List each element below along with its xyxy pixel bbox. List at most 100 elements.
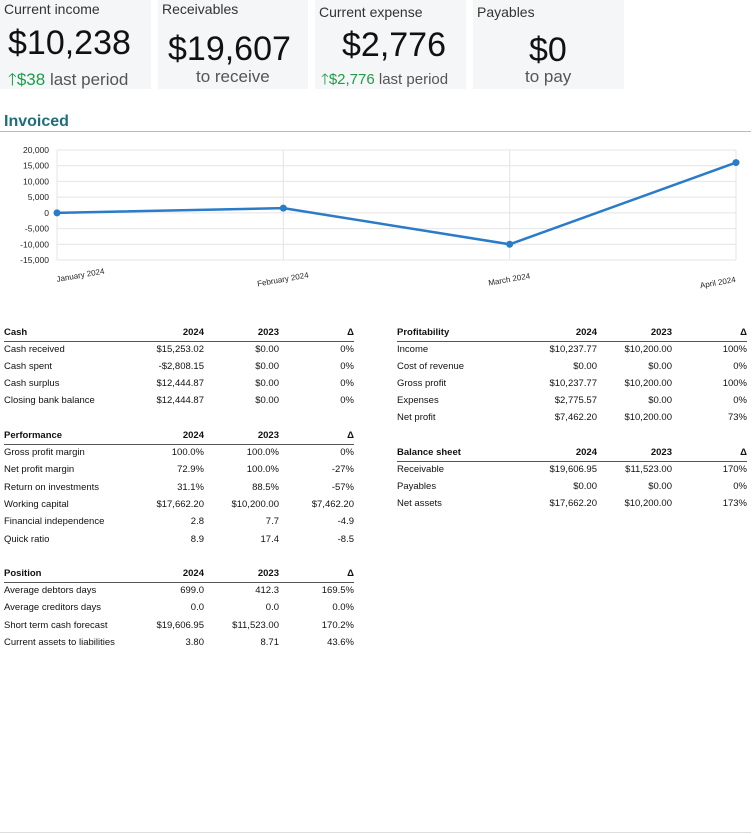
header-underline (4, 582, 354, 583)
row-label: Current assets to liabilities (4, 636, 115, 648)
column-header: Δ (347, 568, 354, 579)
table-cell: 0% (733, 481, 747, 492)
section-divider (0, 131, 751, 132)
kpi-current-expense: Current expense $2,776 🡑$2,776 last peri… (315, 0, 466, 89)
table-row: Quick ratio 8.9 17.4 -8.5 (4, 534, 354, 548)
table-cell: -57% (331, 481, 354, 493)
table-cell: $7,462.20 (311, 498, 354, 510)
column-header: Balance sheet (397, 447, 461, 458)
table-cell: $19,606.95 (156, 619, 204, 631)
row-label: Cost of revenue (397, 361, 465, 372)
table-cell: $0.00 (573, 361, 597, 372)
table-cell: 0% (340, 361, 354, 372)
row-label: Expenses (397, 395, 439, 406)
kpi-receivables: Receivables $19,607 to receive (158, 0, 308, 89)
table-row: Net assets $17,662.20 $10,200.00 173% (397, 498, 747, 512)
table-cell: $15,253.02 (156, 344, 204, 355)
kpi-delta-suffix: last period (49, 70, 129, 89)
table-cell: $10,200.00 (624, 378, 672, 389)
table-cell: 0.0 (265, 602, 279, 614)
bottom-divider (0, 832, 751, 833)
kpi-title: Payables (477, 4, 535, 20)
table-cell: $10,200.00 (624, 412, 672, 423)
row-label: Closing bank balance (4, 395, 95, 406)
table-cell: $0.00 (255, 395, 279, 406)
table-cell: 412.3 (255, 585, 279, 596)
table-cell: $10,237.77 (549, 344, 597, 355)
table-cell: $0.00 (255, 361, 279, 372)
data-point (506, 240, 514, 248)
row-label: Cash spent (4, 361, 53, 372)
invoiced-line-chart: 20,000 15,000 10,000 5,000 0 -5,000 -10,000 -15… (20, 145, 740, 290)
y-tick-label: 15,000 (23, 161, 49, 171)
table-cell: 8.9 (190, 533, 204, 545)
table-cell: 72.9% (177, 464, 204, 476)
y-tick-label: 0 (44, 208, 49, 218)
table-cell: 170.2% (321, 619, 354, 631)
table-header-row: Cash 2024 2023 Δ (4, 327, 354, 341)
row-label: Income (397, 344, 429, 355)
table-cell: $2,775.57 (554, 395, 597, 406)
column-header: 2024 (575, 447, 597, 458)
table-cell: $0.00 (648, 481, 672, 492)
table-row: Net profit margin 72.9% 100.0% -27% (4, 464, 354, 478)
table-cell: 3.80 (185, 636, 205, 648)
header-underline (397, 341, 747, 342)
table-cell: $19,606.95 (549, 464, 597, 475)
kpi-current-income: Current income $10,238 🡑$38 last period (0, 0, 151, 89)
table-header-row: Performance 2024 2023 Δ (4, 430, 354, 444)
table-cell: -4.9 (337, 516, 354, 528)
table-cell: 88.5% (252, 481, 279, 493)
header-underline (4, 341, 354, 342)
column-header: 2023 (257, 430, 279, 441)
table-cell: 169.5% (321, 585, 354, 596)
header-underline (4, 444, 354, 445)
table-header-row: Position 2024 2023 Δ (4, 568, 354, 582)
column-header: 2024 (182, 568, 204, 579)
table-cell: 170% (722, 464, 747, 475)
column-header: Profitability (397, 327, 450, 338)
kpi-delta: 🡑$2,776 last period (321, 69, 448, 94)
table-row: Expenses $2,775.57 $0.00 0% (397, 395, 747, 409)
data-point (279, 204, 287, 212)
table-row: Payables $0.00 $0.00 0% (397, 481, 747, 495)
row-label: Average debtors days (4, 585, 97, 596)
table-cell: 17.4 (260, 533, 280, 545)
column-header: Cash (4, 327, 28, 338)
kpi-value: $10,238 (8, 24, 131, 62)
row-label: Average creditors days (4, 602, 101, 614)
column-header: 2024 (182, 430, 204, 441)
table-cell: 8.71 (260, 636, 280, 648)
table-cell: $0.00 (648, 395, 672, 406)
row-label: Receivable (397, 464, 444, 475)
table-row: Return on investments 31.1% 88.5% -57% (4, 482, 354, 496)
row-label: Net profit margin (4, 464, 75, 476)
table-header-row: Balance sheet 2024 2023 Δ (397, 447, 747, 461)
column-header: Position (4, 568, 42, 579)
column-header: 2023 (650, 327, 672, 338)
row-label: Gross profit (397, 378, 447, 389)
column-header: Performance (4, 430, 63, 441)
y-tick-label: 10,000 (23, 176, 49, 186)
table-cell: $0.00 (255, 344, 279, 355)
table-cell: 0% (733, 395, 747, 406)
column-header: Δ (740, 447, 747, 458)
table-cell: $7,462.20 (554, 412, 597, 423)
column-header: Δ (740, 327, 747, 338)
x-tick-label: March 2024 (488, 271, 532, 287)
y-tick-label: -5,000 (25, 224, 49, 234)
table-row: Receivable $19,606.95 $11,523.00 170% (397, 464, 747, 478)
kpi-delta-value: $2,776 (328, 71, 375, 88)
table-cell: $10,200.00 (624, 344, 672, 355)
table-row: Average debtors days 699.0 412.3 169.5% (4, 585, 354, 599)
header-underline (397, 461, 747, 462)
data-point (53, 209, 61, 217)
table-cell: $17,662.20 (156, 498, 204, 510)
table-cell: $12,444.87 (156, 395, 204, 406)
table-cell: 100.0% (246, 447, 279, 458)
table-row: Financial independence 2.8 7.7 -4.9 (4, 516, 354, 530)
row-label: Payables (397, 481, 437, 492)
x-tick-label: January 2024 (56, 267, 106, 284)
row-label: Quick ratio (4, 533, 50, 545)
kpi-delta-suffix: last period (378, 71, 449, 88)
